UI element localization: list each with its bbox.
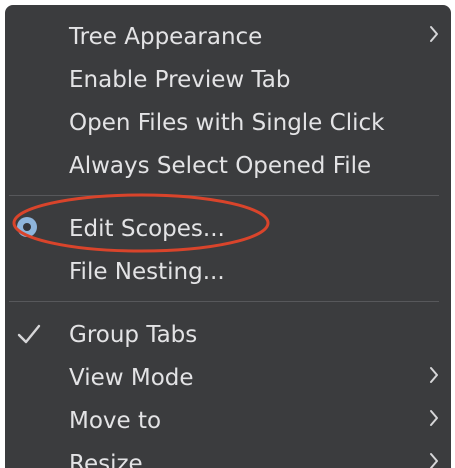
menu-item-label: Always Select Opened File — [69, 153, 372, 179]
menu-separator — [9, 301, 439, 302]
menu-item-open-files-single-click[interactable]: Open Files with Single Click — [5, 102, 451, 142]
menu-item-edit-scopes[interactable]: Edit Scopes... — [5, 208, 451, 248]
menu-item-resize[interactable]: Resize — [5, 443, 451, 468]
chevron-right-icon — [430, 410, 438, 426]
menu-item-label: View Mode — [69, 365, 194, 391]
checkmark-icon — [17, 324, 41, 344]
menu-item-group-tabs[interactable]: Group Tabs — [5, 314, 451, 354]
menu-item-move-to[interactable]: Move to — [5, 400, 451, 440]
menu-item-tree-appearance[interactable]: Tree Appearance — [5, 16, 451, 56]
menu-item-label: File Nesting... — [69, 259, 225, 285]
menu-item-label: Edit Scopes... — [69, 216, 225, 242]
menu-item-view-mode[interactable]: View Mode — [5, 357, 451, 397]
radio-selected-icon — [17, 217, 37, 237]
menu-item-label: Open Files with Single Click — [69, 110, 385, 136]
menu-item-always-select-opened-file[interactable]: Always Select Opened File — [5, 145, 451, 185]
menu-item-label: Group Tabs — [69, 322, 198, 348]
menu-item-label: Resize — [69, 451, 143, 468]
menu-item-file-nesting[interactable]: File Nesting... — [5, 251, 451, 291]
menu-item-enable-preview-tab[interactable]: Enable Preview Tab — [5, 59, 451, 99]
context-menu: Tree Appearance Enable Preview Tab Open … — [5, 5, 451, 468]
menu-item-label: Tree Appearance — [69, 24, 263, 50]
menu-item-label: Enable Preview Tab — [69, 67, 291, 93]
chevron-right-icon — [430, 453, 438, 468]
menu-separator — [9, 195, 439, 196]
chevron-right-icon — [430, 26, 438, 42]
menu-item-label: Move to — [69, 408, 162, 434]
chevron-right-icon — [430, 367, 438, 383]
